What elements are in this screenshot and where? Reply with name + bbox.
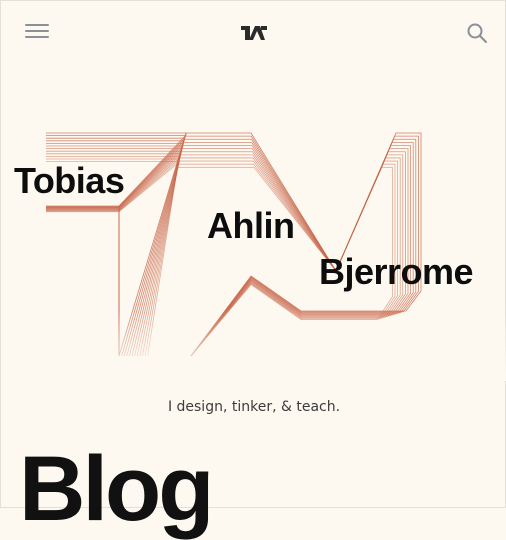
- hamburger-menu-icon[interactable]: [25, 24, 49, 44]
- hero-section: Tobias Ahlin Bjerrome: [1, 121, 506, 381]
- hero-last-name: Bjerrome: [319, 251, 474, 292]
- hero-middle-name: Ahlin: [207, 205, 295, 246]
- hero-first-name: Tobias: [14, 160, 125, 201]
- blog-section-title: Blog: [19, 438, 214, 540]
- ta-logo-icon[interactable]: [241, 26, 267, 40]
- search-icon[interactable]: [465, 21, 489, 45]
- tagline: I design, tinker, & teach.: [167, 399, 341, 415]
- site-header: [1, 1, 506, 65]
